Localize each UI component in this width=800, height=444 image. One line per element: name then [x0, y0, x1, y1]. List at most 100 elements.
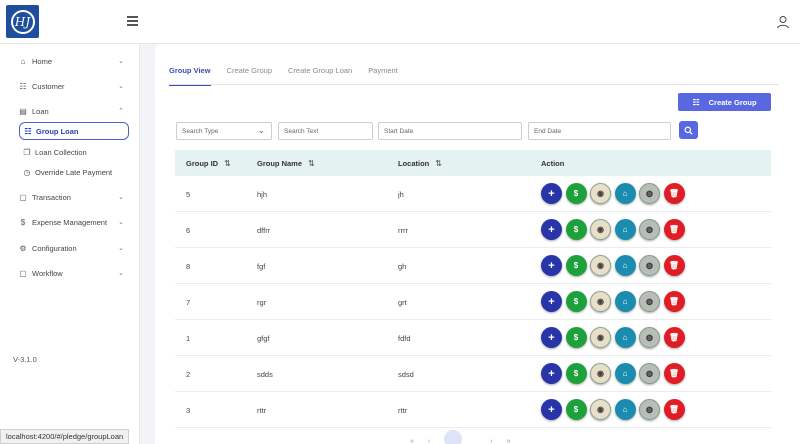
cell-group-name: sdds	[257, 369, 273, 379]
add-member-icon[interactable]: +	[541, 363, 562, 384]
lock-icon[interactable]: ⌂	[614, 255, 636, 276]
menu-toggle-icon[interactable]	[127, 16, 138, 26]
add-member-icon[interactable]: +	[541, 219, 562, 240]
view-eye-icon[interactable]: ◉	[590, 327, 611, 348]
app-logo[interactable]: HJ	[6, 5, 39, 38]
cell-group-name: dffrr	[257, 225, 271, 235]
sidebar-item-customer[interactable]: ☷ Customer ⌄	[18, 77, 130, 95]
payment-dollar-icon[interactable]: $	[565, 363, 587, 384]
add-member-icon[interactable]: +	[541, 291, 562, 312]
end-date-input[interactable]: End Date	[528, 122, 671, 140]
tab-payment[interactable]: Payment	[368, 66, 398, 86]
lock-icon[interactable]: ⌂	[614, 327, 636, 348]
sidebar-item-label: Customer	[32, 81, 65, 91]
row-actions: + $ ◉ ⌂ ◍ 🗑	[541, 327, 688, 349]
prev-page-icon[interactable]: ‹	[428, 438, 430, 444]
cell-location: sdsd	[398, 369, 414, 379]
dashboard-icon[interactable]: ◍	[639, 183, 660, 204]
lock-icon[interactable]: ⌂	[614, 183, 636, 204]
lock-icon[interactable]: ⌂	[614, 399, 636, 420]
sort-icon[interactable]: ⇅	[224, 159, 231, 168]
delete-icon[interactable]: 🗑	[663, 291, 685, 312]
lock-icon[interactable]: ⌂	[614, 363, 636, 384]
first-page-icon[interactable]: «	[410, 438, 414, 444]
cell-group-name: gfgf	[257, 333, 270, 343]
browser-status-url: localhost:4200/#/pledge/groupLoan	[0, 429, 130, 444]
current-page[interactable]	[444, 430, 463, 444]
column-label: Action	[541, 158, 565, 168]
cell-group-name: hjh	[257, 189, 268, 199]
cell-location: grt	[398, 297, 407, 307]
delete-icon[interactable]: 🗑	[663, 255, 685, 276]
payment-dollar-icon[interactable]: $	[565, 255, 587, 276]
view-eye-icon[interactable]: ◉	[590, 219, 611, 240]
sidebar-item-configuration[interactable]: ⚙ Configuration ⌄	[18, 239, 130, 257]
delete-icon[interactable]: 🗑	[663, 363, 685, 384]
delete-icon[interactable]: 🗑	[663, 327, 685, 348]
sort-icon[interactable]: ⇅	[308, 159, 315, 168]
payment-dollar-icon[interactable]: $	[565, 399, 587, 420]
column-group-name[interactable]: Group Name ⇅	[257, 150, 315, 176]
view-eye-icon[interactable]: ◉	[590, 399, 611, 420]
delete-icon[interactable]: 🗑	[663, 219, 685, 240]
dashboard-icon[interactable]: ◍	[639, 219, 660, 240]
dashboard-icon[interactable]: ◍	[639, 363, 660, 384]
dashboard-icon[interactable]: ◍	[639, 255, 660, 276]
tab-group-view[interactable]: Group View	[169, 66, 211, 86]
last-page-icon[interactable]: »	[507, 438, 511, 444]
create-group-button[interactable]: ☷ Create Group	[678, 93, 771, 111]
sort-icon[interactable]: ⇅	[435, 159, 442, 168]
sidebar-item-workflow[interactable]: ▢ Workflow ⌄	[18, 264, 130, 282]
column-group-id[interactable]: Group ID ⇅	[186, 150, 231, 176]
add-member-icon[interactable]: +	[541, 183, 562, 204]
group-add-icon: ☷	[692, 97, 700, 107]
cell-location: rrrr	[398, 225, 408, 235]
payment-dollar-icon[interactable]: $	[565, 291, 587, 312]
cell-group-name: rgr	[257, 297, 267, 307]
dashboard-icon[interactable]: ◍	[639, 327, 660, 348]
search-button[interactable]	[679, 121, 698, 139]
sidebar-item-loan[interactable]: ▤ Loan ⌃	[18, 102, 130, 120]
payment-dollar-icon[interactable]: $	[565, 327, 587, 348]
sidebar-item-expense-management[interactable]: $ Expense Management ⌄	[18, 213, 130, 231]
view-eye-icon[interactable]: ◉	[590, 363, 611, 384]
payment-dollar-icon[interactable]: $	[565, 183, 587, 204]
add-member-icon[interactable]: +	[541, 399, 562, 420]
cell-group-id: 2	[186, 369, 191, 379]
column-location[interactable]: Location ⇅	[398, 150, 442, 176]
clock-icon: ◷	[23, 167, 31, 177]
cell-group-id: 3	[186, 405, 191, 415]
transaction-icon: ▢	[19, 192, 27, 202]
tab-create-group[interactable]: Create Group	[227, 66, 272, 86]
view-eye-icon[interactable]: ◉	[590, 255, 611, 276]
view-eye-icon[interactable]: ◉	[590, 183, 611, 204]
main-panel: Group View Create Group Create Group Loa…	[155, 44, 800, 444]
delete-icon[interactable]: 🗑	[663, 399, 685, 420]
search-type-select[interactable]: Search Type ⌄	[176, 122, 272, 140]
dashboard-icon[interactable]: ◍	[639, 399, 660, 420]
view-eye-icon[interactable]: ◉	[590, 291, 611, 312]
next-page-icon[interactable]: ›	[490, 438, 492, 444]
search-text-input[interactable]: Search Text	[278, 122, 373, 140]
sidebar-item-override-late-payment[interactable]: ◷ Override Late Payment	[22, 163, 129, 181]
chevron-down-icon: ⌄	[257, 125, 265, 135]
sidebar-item-label: Group Loan	[36, 126, 79, 136]
payment-dollar-icon[interactable]: $	[565, 219, 587, 240]
delete-icon[interactable]: 🗑	[663, 183, 685, 204]
add-member-icon[interactable]: +	[541, 255, 562, 276]
dashboard-icon[interactable]: ◍	[639, 291, 660, 312]
sidebar-item-loan-collection[interactable]: ❐ Loan Collection	[22, 143, 129, 161]
cell-group-id: 5	[186, 189, 191, 199]
tab-create-group-loan[interactable]: Create Group Loan	[288, 66, 352, 86]
start-date-input[interactable]: Start Date	[378, 122, 522, 140]
sidebar-item-group-loan[interactable]: ☷ Group Loan	[19, 122, 129, 140]
top-bar: HJ	[0, 0, 800, 44]
tab-divider	[169, 84, 779, 85]
sidebar-item-home[interactable]: ⌂ Home ⌄	[18, 52, 130, 70]
sidebar-item-transaction[interactable]: ▢ Transaction ⌄	[18, 188, 130, 206]
lock-icon[interactable]: ⌂	[614, 219, 636, 240]
lock-icon[interactable]: ⌂	[614, 291, 636, 312]
cell-group-id: 7	[186, 297, 191, 307]
add-member-icon[interactable]: +	[541, 327, 562, 348]
user-profile-icon[interactable]	[776, 15, 790, 29]
